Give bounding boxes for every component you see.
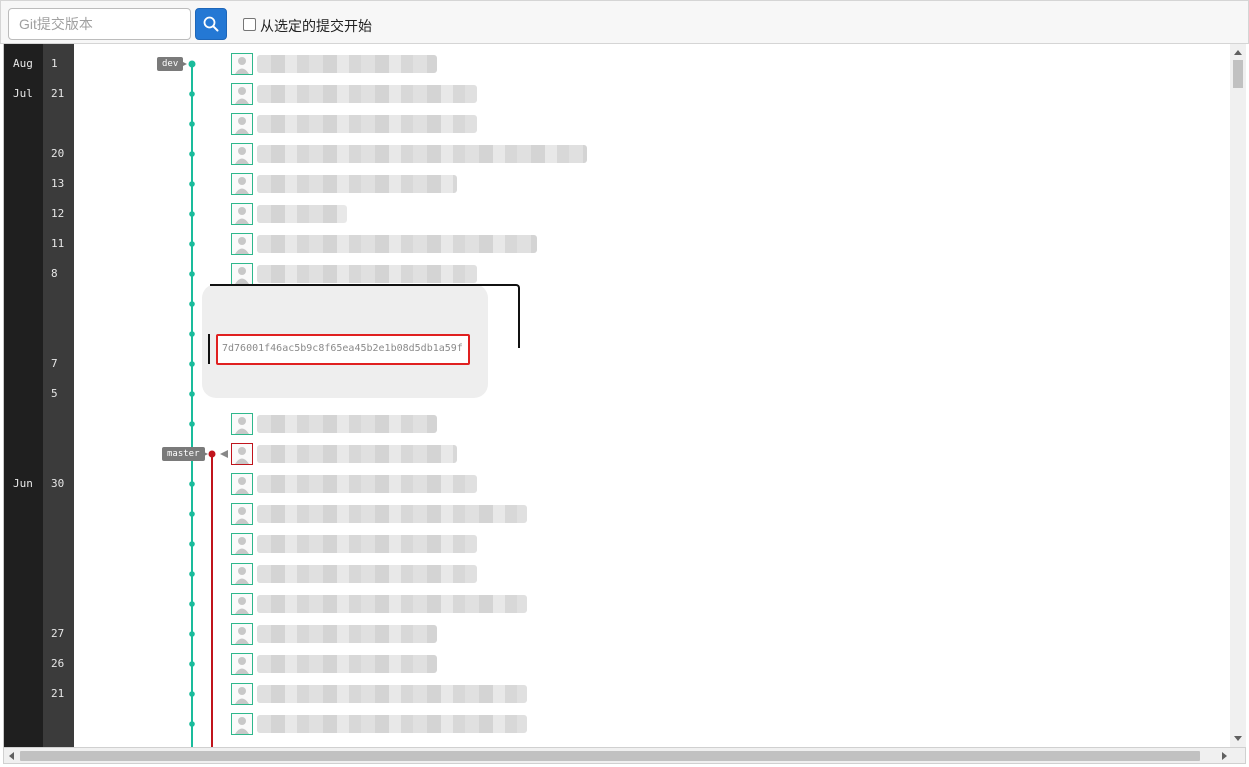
author-avatar-icon [231, 503, 253, 525]
day-label: 11 [51, 237, 65, 250]
master-branch-tag[interactable]: master [162, 447, 205, 461]
commit-node[interactable] [189, 481, 195, 487]
redacted-commit-message [257, 115, 477, 133]
scroll-down-icon[interactable] [1234, 736, 1242, 741]
day-label: 13 [51, 177, 65, 190]
commit-node[interactable] [189, 421, 195, 427]
day-label: 30 [51, 477, 65, 490]
commit-search-input[interactable] [8, 8, 191, 40]
commit-tooltip: 7d76001f46ac5b9c8f65ea45b2e1b08d5db1a59f [202, 284, 522, 398]
day-label: 21 [51, 87, 65, 100]
day-label: 8 [51, 267, 58, 280]
day-label: 21 [51, 687, 65, 700]
commit-node[interactable] [189, 211, 195, 217]
commit-node[interactable] [189, 301, 195, 307]
redacted-commit-message [257, 445, 457, 463]
commit-node[interactable] [189, 691, 195, 697]
start-from-selected-label: 从选定的提交开始 [260, 18, 372, 34]
redacted-commit-message [257, 535, 477, 553]
author-avatar-icon [231, 143, 253, 165]
commit-node[interactable] [189, 571, 195, 577]
commit-node[interactable] [189, 331, 195, 337]
redacted-commit-message [257, 715, 527, 733]
commit-node[interactable] [188, 60, 196, 68]
commit-node[interactable] [189, 91, 195, 97]
author-avatar-icon [231, 173, 253, 195]
redacted-commit-message [257, 625, 437, 643]
commit-hash: 7d76001f46ac5b9c8f65ea45b2e1b08d5db1a59f [222, 343, 463, 354]
author-avatar-icon [231, 563, 253, 585]
day-label: 7 [51, 357, 58, 370]
author-avatar-icon [231, 593, 253, 615]
master-head-node[interactable] [208, 450, 216, 458]
commit-node[interactable] [189, 271, 195, 277]
author-avatar-icon [231, 653, 253, 675]
horizontal-scroll-thumb[interactable] [20, 751, 1200, 761]
redacted-commit-message [257, 475, 477, 493]
day-label: 5 [51, 387, 58, 400]
commit-node[interactable] [189, 181, 195, 187]
redacted-commit-message [257, 235, 537, 253]
redacted-commit-message [257, 565, 477, 583]
redacted-commit-message [257, 655, 437, 673]
author-avatar-icon [231, 623, 253, 645]
redacted-commit-message [257, 505, 527, 523]
author-avatar-icon [231, 203, 253, 225]
redacted-commit-message [257, 145, 587, 163]
redacted-commit-message [257, 175, 457, 193]
tooltip-frame-left [208, 334, 210, 364]
day-label: 1 [51, 57, 58, 70]
author-avatar-icon [231, 533, 253, 555]
commit-node[interactable] [189, 721, 195, 727]
author-avatar-icon [231, 83, 253, 105]
vertical-scrollbar[interactable] [1230, 44, 1246, 747]
search-icon [203, 16, 219, 32]
redacted-commit-message [257, 415, 437, 433]
scroll-up-icon[interactable] [1234, 50, 1242, 55]
branch-graph [179, 60, 228, 747]
author-avatar-icon [231, 683, 253, 705]
author-avatar-icon [231, 233, 253, 255]
commit-node[interactable] [189, 601, 195, 607]
commit-node[interactable] [189, 391, 195, 397]
commit-node[interactable] [189, 361, 195, 367]
horizontal-scrollbar[interactable] [3, 747, 1246, 764]
commit-node[interactable] [189, 241, 195, 247]
vertical-scroll-thumb[interactable] [1233, 60, 1243, 88]
author-avatar-icon [231, 413, 253, 435]
commit-node[interactable] [189, 661, 195, 667]
commit-node[interactable] [189, 121, 195, 127]
scroll-right-icon[interactable] [1222, 752, 1227, 760]
commit-node[interactable] [189, 151, 195, 157]
scroll-left-icon[interactable] [9, 752, 14, 760]
commit-node[interactable] [189, 631, 195, 637]
day-label: 26 [51, 657, 65, 670]
redacted-commit-message [257, 205, 347, 223]
start-from-selected-checkbox[interactable] [243, 18, 256, 31]
author-avatar-icon [231, 713, 253, 735]
commit-hash-box[interactable]: 7d76001f46ac5b9c8f65ea45b2e1b08d5db1a59f [216, 334, 470, 365]
commit-graph-viewport: Aug Jul Jun dev master 7d76001f46ac5b9c8f6… [3, 44, 1246, 747]
author-avatar-icon [231, 443, 253, 465]
redacted-commit-message [257, 85, 477, 103]
commit-node[interactable] [189, 541, 195, 547]
day-label: 20 [51, 147, 65, 160]
author-avatar-icon [231, 263, 253, 285]
author-avatar-icon [231, 53, 253, 75]
commit-node[interactable] [189, 511, 195, 517]
redacted-commit-message [257, 55, 437, 73]
master-head-pointer [220, 450, 228, 458]
day-label: 27 [51, 627, 65, 640]
author-avatar-icon [231, 113, 253, 135]
redacted-commit-message [257, 685, 527, 703]
redacted-commit-message [257, 595, 527, 613]
toolbar: 从选定的提交开始 [0, 0, 1249, 44]
redacted-commit-message [257, 265, 477, 283]
author-avatar-icon [231, 473, 253, 495]
day-label: 12 [51, 207, 65, 220]
dev-branch-tag[interactable]: dev [157, 57, 184, 71]
search-button[interactable] [195, 8, 227, 40]
